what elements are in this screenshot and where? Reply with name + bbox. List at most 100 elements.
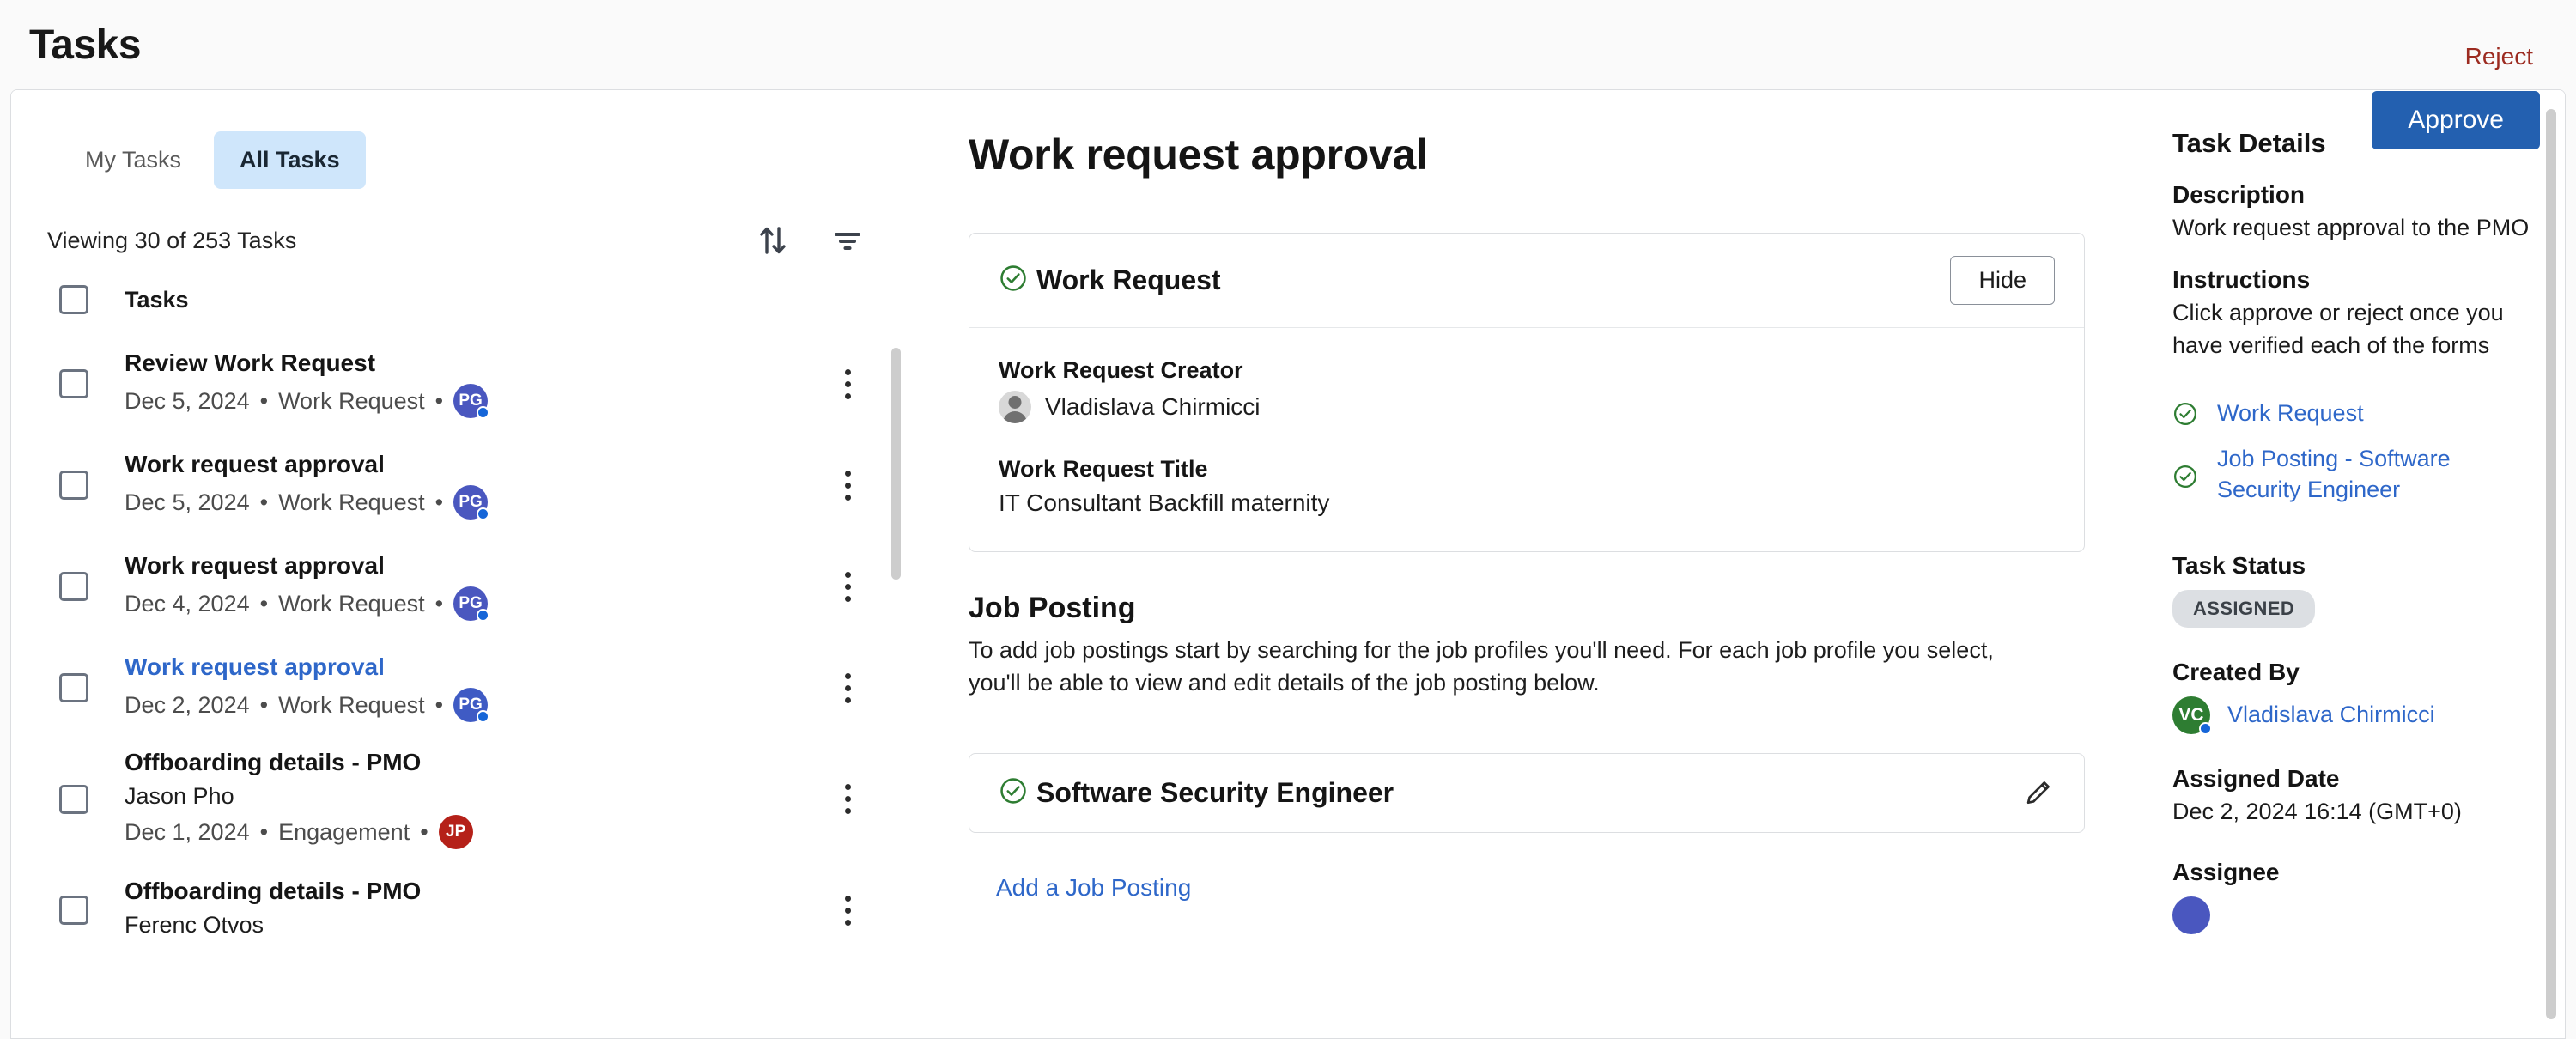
task-person: Jason Pho [125,783,234,809]
task-list-scrollbar[interactable] [891,348,901,580]
separator: • [434,387,444,414]
task-content: Review Work Request Dec 5, 2024 • Work R… [125,349,786,419]
task-date: Dec 5, 2024 [125,489,250,515]
task-title[interactable]: Work request approval [125,552,786,580]
work-request-title-label: Work Request Title [999,456,1208,482]
separator: • [420,818,428,845]
task-subline: Dec 1, 2024 • Engagement • JP [125,815,786,849]
sort-arrows-icon[interactable] [758,223,787,258]
job-posting-form-link[interactable]: Job Posting - Software Security Engineer [2217,443,2530,506]
task-list-column: My Tasks All Tasks Viewing 30 of 253 Tas… [11,90,908,1038]
task-overflow-menu-button[interactable] [822,368,873,399]
work-request-form-link[interactable]: Work Request [2217,398,2364,428]
main-panel: My Tasks All Tasks Viewing 30 of 253 Tas… [10,89,2566,1039]
avatar[interactable]: PG [453,384,490,419]
task-row[interactable]: Work request approval Dec 4, 2024 • Work… [11,536,908,637]
check-circle-icon [999,776,1028,810]
avatar[interactable]: PG [453,586,490,622]
select-all-checkbox[interactable] [59,285,88,314]
task-date: Dec 5, 2024 [125,387,250,414]
task-row[interactable]: Offboarding details - PMO Jason Pho Dec … [11,738,908,860]
form-link-row[interactable]: Job Posting - Software Security Engineer [2172,443,2530,506]
tasks-app: Tasks My Tasks All Tasks Viewing 30 of 2… [0,0,2576,1039]
separator: • [259,818,269,845]
viewing-count: Viewing 30 of 253 Tasks [47,227,297,253]
description-value: Work request approval to the PMO [2172,215,2530,240]
task-title[interactable]: Work request approval [125,653,786,681]
task-subline: Dec 2, 2024 • Work Request • PG [125,688,786,723]
task-checkbox[interactable] [59,673,88,702]
detail-title: Work request approval [969,131,1428,179]
task-type: Work Request [278,489,425,515]
user-avatar-icon [999,391,1031,423]
task-checkbox[interactable] [59,784,88,814]
task-row[interactable]: Review Work Request Dec 5, 2024 • Work R… [11,333,908,434]
check-circle-icon [2172,443,2198,494]
task-checkbox[interactable] [59,896,88,925]
separator: • [434,691,444,718]
description-label: Description [2172,181,2306,208]
avatar[interactable]: VC [2172,696,2212,735]
separator: • [259,590,269,617]
task-overflow-menu-button[interactable] [822,571,873,602]
avatar[interactable]: PG [453,688,490,723]
avatar[interactable]: JP [438,815,473,849]
edit-pencil-icon[interactable] [2022,776,2055,809]
task-type: Work Request [278,387,425,414]
task-detail-column: Work request approval Work Request Hide … [908,90,2136,1038]
task-subline: Dec 4, 2024 • Work Request • PG [125,586,786,622]
task-status-label: Task Status [2172,551,2306,579]
task-title[interactable]: Work request approval [125,451,786,478]
assignee-row [2172,896,2530,934]
task-overflow-menu-button[interactable] [822,672,873,703]
approve-button[interactable]: Approve [2372,91,2540,149]
avatar[interactable]: PG [453,485,490,520]
job-posting-card: Software Security Engineer [969,752,2085,833]
reject-button[interactable]: Reject [2458,39,2540,74]
task-content: Work request approval Dec 2, 2024 • Work… [125,653,786,723]
filter-icon[interactable] [832,228,863,253]
task-row[interactable]: Work request approval Dec 5, 2024 • Work… [11,434,908,536]
list-tools [758,223,863,258]
task-overflow-menu-button[interactable] [822,470,873,501]
work-request-creator-name: Vladislava Chirmicci [1045,393,1261,420]
task-checkbox[interactable] [59,369,88,398]
task-checkbox[interactable] [59,471,88,500]
task-overflow-menu-button[interactable] [822,895,873,926]
work-request-card-title: Work Request [1036,264,1221,295]
task-title[interactable]: Offboarding details - PMO [125,878,786,905]
add-job-posting-link[interactable]: Add a Job Posting [996,874,1191,902]
work-request-card-title-group: Work Request [999,264,1221,297]
form-link-row[interactable]: Work Request [2172,398,2530,431]
task-row[interactable]: Offboarding details - PMO Ferenc Otvos [11,860,908,961]
task-tabs: My Tasks All Tasks [11,90,908,189]
task-title[interactable]: Offboarding details - PMO [125,749,786,776]
task-title[interactable]: Review Work Request [125,349,786,377]
tab-my-tasks[interactable]: My Tasks [59,131,207,189]
job-posting-card-title-group: Software Security Engineer [999,776,1394,810]
work-request-card-header: Work Request Hide [969,234,2084,328]
created-by-name[interactable]: Vladislava Chirmicci [2227,702,2435,728]
hide-button[interactable]: Hide [1950,256,2055,305]
task-date: Dec 4, 2024 [125,590,250,617]
avatar[interactable] [2172,896,2210,934]
task-content: Work request approval Dec 4, 2024 • Work… [125,552,786,622]
job-posting-card-header: Software Security Engineer [969,754,2084,832]
task-overflow-menu-button[interactable] [822,784,873,814]
task-details-sidebar: Task Details Description Work request ap… [2136,90,2565,1038]
created-by-label: Created By [2172,658,2300,685]
job-posting-section-description: To add job postings start by searching f… [969,637,1994,696]
instructions-value: Click approve or reject once you have ve… [2172,300,2504,358]
presence-dot [477,406,490,419]
task-checkbox[interactable] [59,572,88,601]
check-circle-icon [2172,398,2198,431]
task-type: Engagement [278,818,410,845]
presence-dot [477,609,490,622]
task-row-selected[interactable]: Work request approval Dec 2, 2024 • Work… [11,637,908,738]
separator: • [259,387,269,414]
tab-all-tasks[interactable]: All Tasks [214,131,366,189]
task-type: Work Request [278,590,425,617]
assigned-date-label: Assigned Date [2172,764,2340,792]
page-scrollbar[interactable] [2546,109,2556,1019]
